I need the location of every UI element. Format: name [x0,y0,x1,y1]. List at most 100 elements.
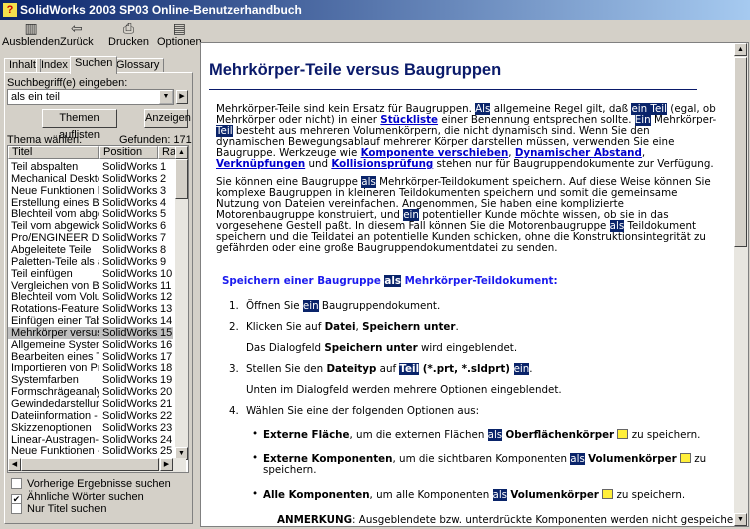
list-item[interactable]: Teil abspalten SolidWorks...1 [8,161,173,173]
search-value: als ein teil [11,91,60,103]
row-position: SolidWorks... [102,433,158,446]
help-link[interactable]: Verknüpfungen [216,158,305,170]
checkbox-icon[interactable] [11,478,22,489]
back-button[interactable]: ⇦ Zurück [60,20,94,48]
scroll-left-icon[interactable]: ◀ [8,458,21,471]
list-item[interactable]: Einfügen einer TabelleSolidWorks...14 [8,315,173,327]
scroll-up-icon[interactable]: ▲ [175,146,188,159]
list-item[interactable]: Erstellung eines Bibli...SolidWorks...4 [8,197,173,209]
row-rank: 19 [160,374,173,387]
row-rank: 6 [160,220,167,233]
list-item[interactable]: Neue Funktionen bei...SolidWorks...3 [8,185,173,197]
tab-suchen[interactable]: Suchen [70,56,118,74]
row-position: SolidWorks... [102,267,158,280]
list-item[interactable]: Vergleichen von Ble...SolidWorks...11 [8,280,173,292]
list-item[interactable]: Allgemeine Systemo...SolidWorks...16 [8,339,173,351]
list-item[interactable]: Rotations-FeatureSolidWorks...13 [8,303,173,315]
row-title: Pro/ENGINEER Dateien [11,232,99,245]
row-title: Formschrägeanalys... [11,386,99,399]
list-item[interactable]: Systemfarben SolidWorks...19 [8,374,173,386]
row-title: Mechanical Desktop... [11,172,99,185]
list-item[interactable]: Gewindedarstellung...SolidWorks...21 [8,398,173,410]
print-button[interactable]: ⎙ Drucken [108,20,149,48]
row-rank: 16 [160,338,173,351]
row-position: SolidWorks... [102,208,158,221]
hscroll-thumb[interactable] [21,458,159,471]
paragraph: Unten im Dialogfeld werden mehrere Optio… [246,385,726,396]
list-item[interactable]: Importieren von Pro/...SolidWorks...18 [8,362,173,374]
row-title: Dateiinformation - B... [11,409,99,422]
row-title: Blechteil vom Volum... [11,291,99,304]
text-segment: Dateityp [326,363,377,375]
scroll-down-icon[interactable]: ▼ [734,513,747,526]
row-rank: 2 [160,172,167,185]
row-title: Paletten-Teile als ab... [11,255,99,268]
text-segment: Öffnen Sie [246,300,303,312]
back-arrow-icon: ⇦ [70,20,83,36]
row-title: Teil abspalten [11,161,79,173]
list-item[interactable]: Dateiinformation - B...SolidWorks...22 [8,410,173,422]
content-scrollbar[interactable]: ▲ ▼ [734,43,748,526]
print-label: Drucken [108,36,149,48]
text-segment: . [529,363,533,375]
text-segment: Wählen Sie eine der folgenden Optionen a… [246,405,480,417]
scroll-up-icon[interactable]: ▲ [734,43,747,56]
horizontal-scrollbar[interactable]: ◀ ▶ [8,458,186,472]
list-item[interactable]: Formschrägeanalys...SolidWorks...20 [8,386,173,398]
list-item[interactable]: Pro/ENGINEER DateienSolidWorks...7 [8,232,173,244]
checkbox-icon[interactable] [11,503,22,514]
row-title: Teil vom abgewickel... [11,220,99,233]
content-pane: Mehrkörper-Teile versus Baugruppen Mehrk… [200,42,749,527]
content-scroll-thumb[interactable] [734,57,747,247]
row-rank: 13 [160,303,173,316]
option-label: Vorherige Ergebnisse suchen [27,478,171,490]
col-header-position[interactable]: Position [99,146,158,159]
tab-index[interactable]: Index [36,58,73,73]
row-position: SolidWorks... [102,445,158,458]
col-header-titel[interactable]: Titel [8,146,99,159]
text-segment: , um die sichtbaren Komponenten [392,453,571,465]
list-item[interactable]: Paletten-Teile als ab...SolidWorks...9 [8,256,173,268]
options-button[interactable]: ▤ Optionen [157,20,202,48]
list-item[interactable]: Blechteil vom Volum...SolidWorks...12 [8,291,173,303]
text-segment: Speichern unter [324,342,418,354]
scroll-thumb[interactable] [175,159,188,199]
list-item[interactable]: Skizzenoptionen SolidWorks...23 [8,422,173,434]
search-input[interactable]: als ein teil ▼ [7,89,174,105]
back-label: Zurück [60,36,94,48]
list-item[interactable]: Linear-Austragen-F...SolidWorks...24 [8,434,173,446]
list-item[interactable]: Mechanical Desktop...SolidWorks...2 [8,173,173,185]
tab-glossary[interactable]: Glossary [111,58,165,73]
options-icon: ▤ [172,20,186,36]
show-button[interactable]: Anzeigen [144,109,191,128]
search-go-button[interactable]: ▶ [176,90,188,104]
dropdown-arrow-icon[interactable]: ▼ [159,90,173,104]
list-item[interactable]: Mehrkörper versus ...SolidWorks...15 [8,326,173,339]
help-link[interactable]: Kollisionsprüfung [331,158,433,170]
row-position: SolidWorks... [102,409,158,422]
results-list[interactable]: Titel Position Ra Teil abspalten SolidWor… [7,145,189,473]
hide-button[interactable]: ▥ Ausblenden [2,20,60,48]
option-checkbox[interactable]: ✔ Ähnliche Wörter suchen [11,491,144,505]
scroll-right-icon[interactable]: ▶ [160,458,173,471]
row-rank: 8 [160,243,167,256]
row-title: Neue Funktionen - A... [11,445,99,458]
vertical-scrollbar[interactable]: ▲ ▼ [175,146,188,460]
list-item[interactable]: Blechteil vom abge...SolidWorks...5 [8,208,173,220]
row-position: SolidWorks... [102,255,158,268]
col-header-rang[interactable]: Ra [158,146,176,159]
row-title: Teil einfügen [11,267,73,280]
list-item[interactable]: Abgeleitete Teile SolidWorks...8 [8,244,173,256]
list-topics-button[interactable]: Themen auflisten [42,109,117,141]
list-item[interactable]: Teil einfügen SolidWorks...10 [8,268,173,280]
printer-icon: ⎙ [122,20,135,36]
row-title: Bearbeiten eines Tei... [11,350,99,363]
text-segment: Das Dialogfeld [246,342,325,354]
list-item[interactable]: Neue Funktionen - A...SolidWorks...25 [8,445,173,457]
list-item[interactable]: Bearbeiten eines Tei...SolidWorks...17 [8,351,173,363]
option-checkbox[interactable]: Nur Titel suchen [11,503,106,515]
option-checkbox[interactable]: Vorherige Ergebnisse suchen [11,478,171,490]
row-position: SolidWorks... [102,398,158,410]
text-segment: Unten im Dialogfeld werden mehrere Optio… [246,384,562,396]
list-item[interactable]: Teil vom abgewickel...SolidWorks...6 [8,220,173,232]
